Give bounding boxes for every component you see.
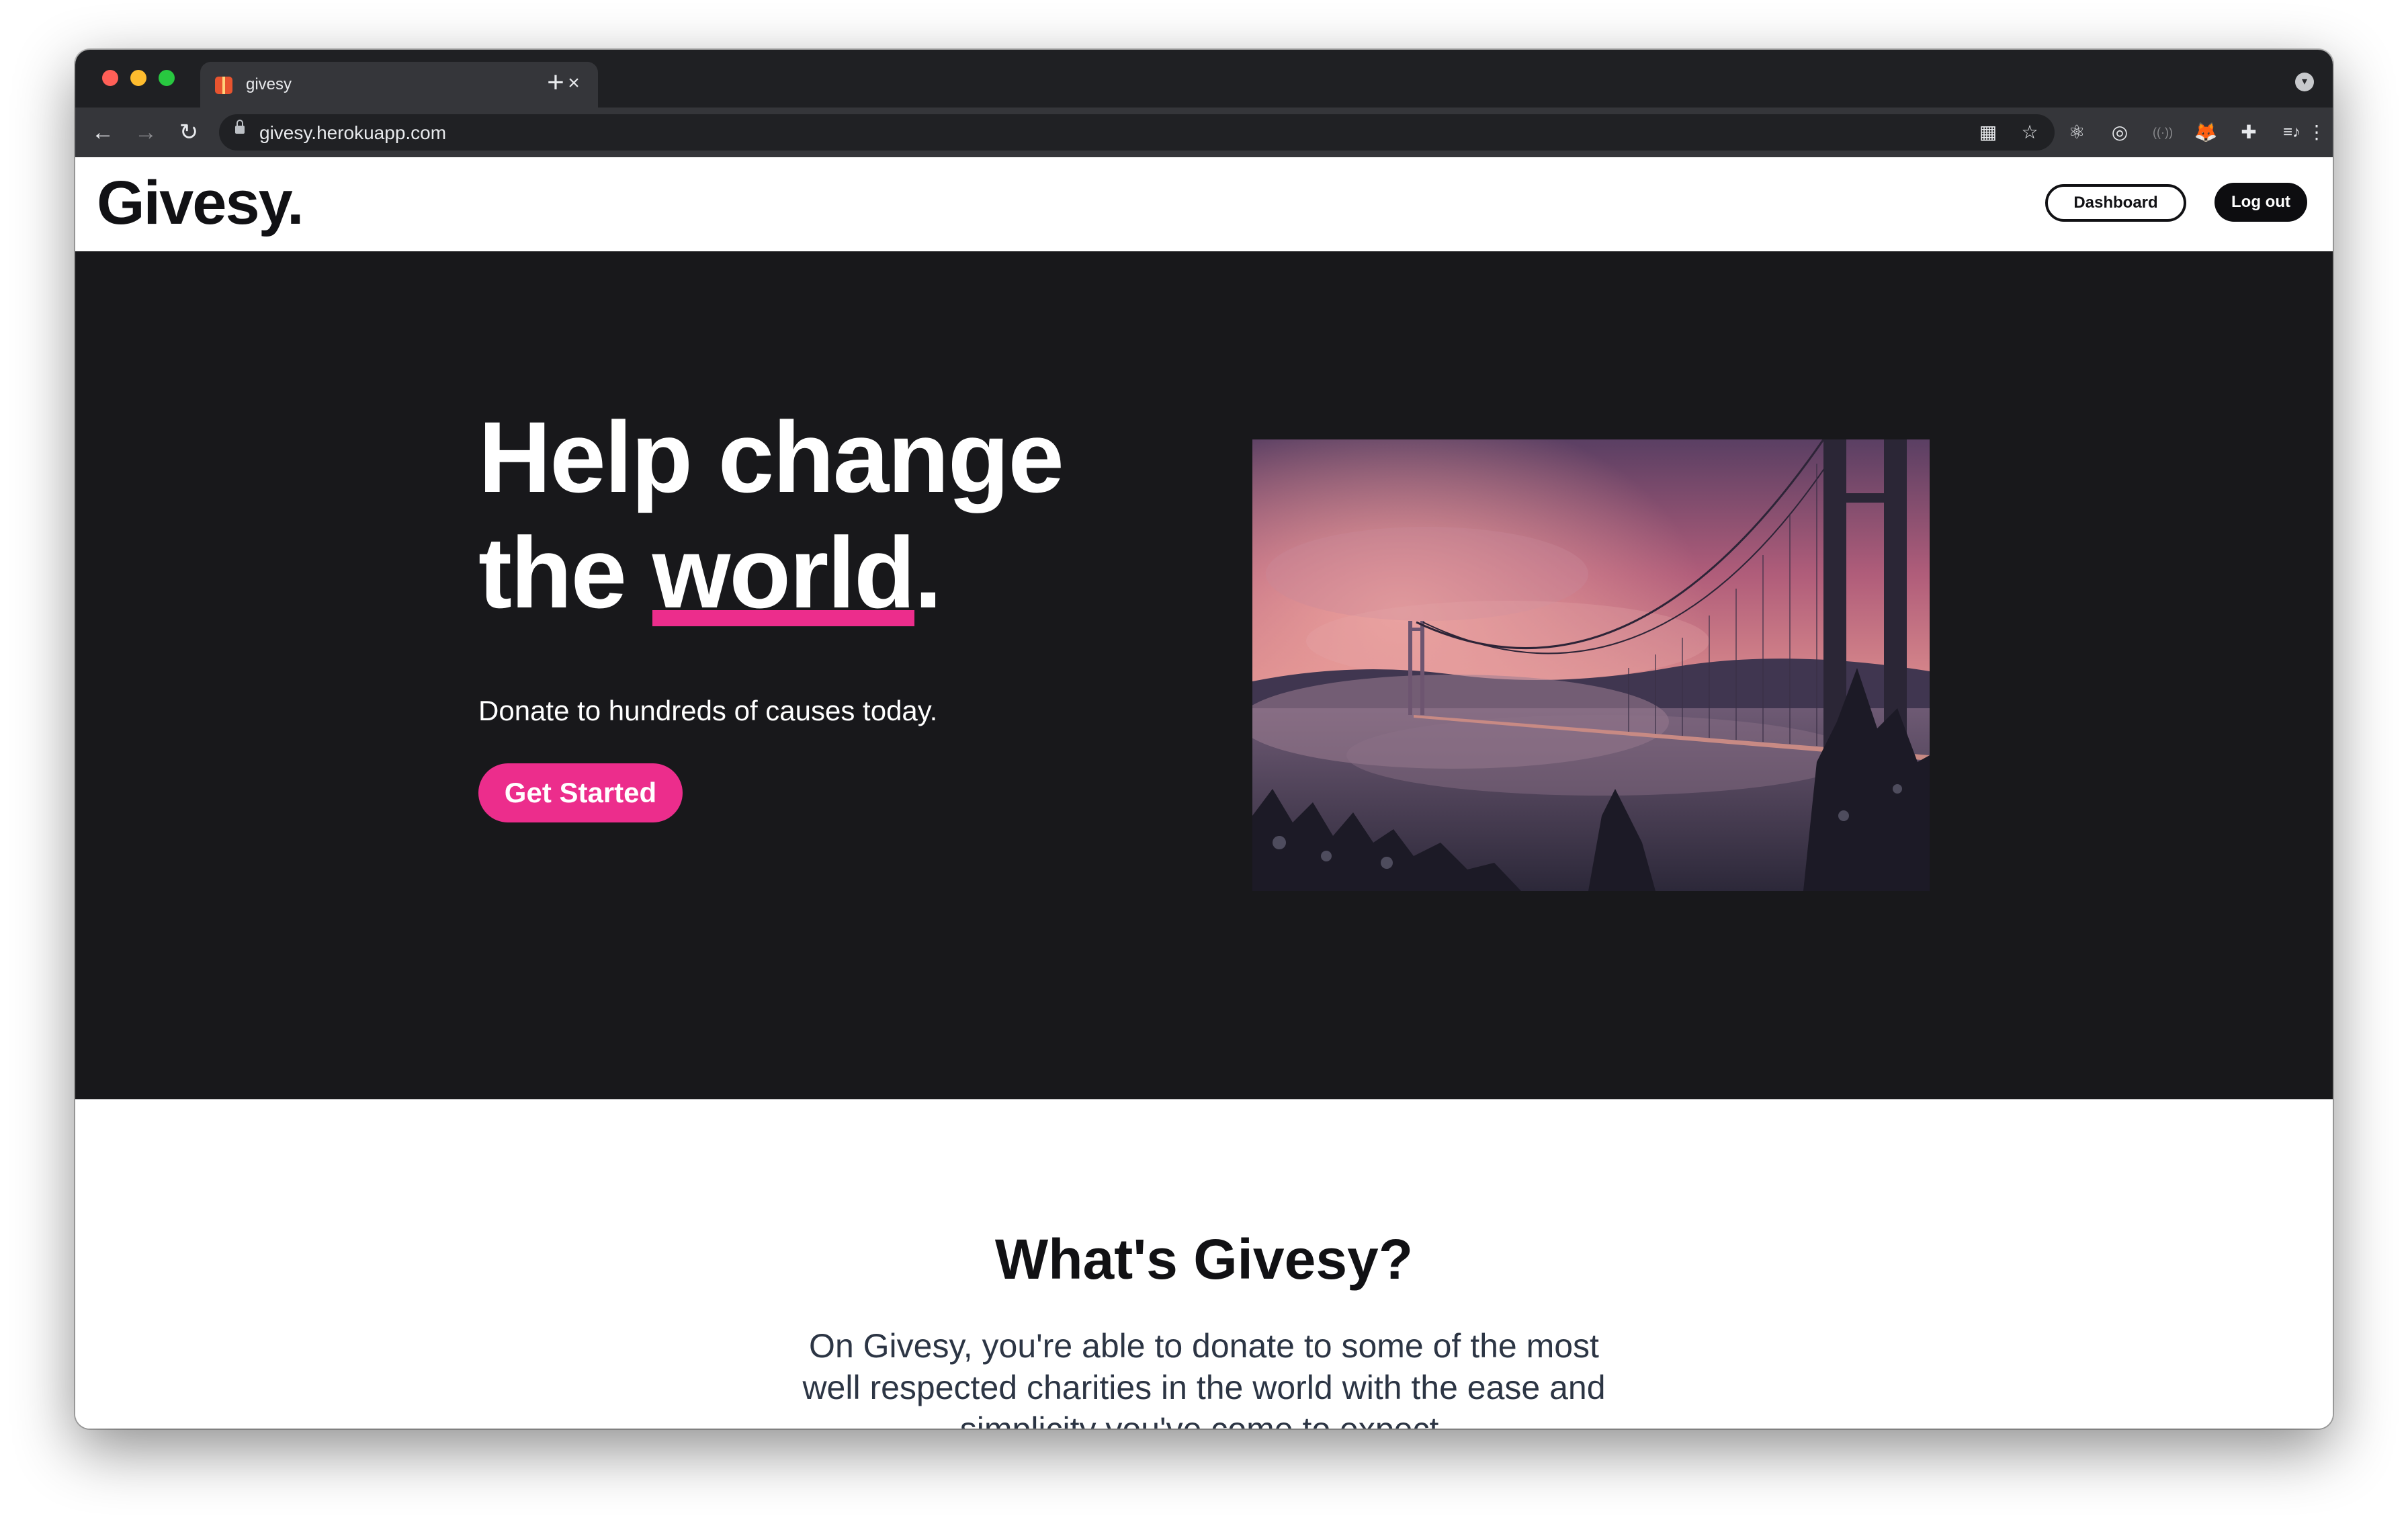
about-text: On Givesy, you're able to donate to some… — [802, 1327, 1606, 1429]
react-devtools-icon[interactable]: ⚛ — [2061, 117, 2092, 148]
hero-subtitle: Donate to hundreds of causes today. — [478, 695, 938, 726]
forward-arrow-icon[interactable]: → — [130, 117, 161, 148]
tab-title: givesy — [246, 75, 292, 93]
logout-button[interactable]: Log out — [2214, 183, 2307, 222]
hero-title: Help change the world. — [478, 399, 1217, 630]
about-section: What's Givesy? On Givesy, you're able to… — [75, 1099, 2333, 1429]
browser-toolbar: ← → ↻ givesy.herokuapp.com ▦ ☆ ⚛ ◎ ((·))… — [75, 108, 2333, 157]
metamask-icon[interactable]: 🦊 — [2190, 117, 2221, 148]
browser-menu-icon[interactable]: ⋮ — [2305, 117, 2329, 148]
back-arrow-icon[interactable]: ← — [87, 117, 118, 148]
hero-title-prefix: the — [478, 516, 652, 629]
dashboard-button[interactable]: Dashboard — [2045, 184, 2186, 222]
hero-bridge-image — [1252, 439, 1930, 891]
highlighted-word: world — [652, 515, 916, 630]
new-tab-button[interactable]: + — [539, 66, 572, 99]
minimize-window-button[interactable] — [130, 70, 146, 86]
broadcast-extension-icon[interactable]: ((·)) — [2147, 117, 2178, 148]
bookmark-star-icon[interactable]: ☆ — [2017, 120, 2042, 145]
address-bar[interactable]: givesy.herokuapp.com ▦ ☆ — [219, 114, 2055, 151]
about-title: What's Givesy? — [994, 1228, 1414, 1291]
hero-title-suffix: . — [914, 516, 943, 629]
get-started-button[interactable]: Get Started — [478, 763, 683, 822]
lock-icon[interactable] — [235, 120, 245, 134]
url-text[interactable]: givesy.herokuapp.com — [259, 122, 446, 144]
tab-search-icon[interactable]: ▾ — [2295, 73, 2314, 91]
web-page: Givesy. Dashboard Log out Help change th… — [75, 157, 2333, 1429]
highlighted-word-text: world — [652, 516, 916, 629]
reload-icon[interactable]: ↻ — [173, 117, 204, 148]
maximize-window-button[interactable] — [159, 70, 175, 86]
extensions-puzzle-icon[interactable]: ✚ — [2233, 117, 2264, 148]
bridge-photo — [1252, 439, 1930, 891]
hero-title-line2: the world. — [478, 515, 1217, 630]
target-extension-icon[interactable]: ◎ — [2104, 117, 2135, 148]
gift-icon — [215, 77, 232, 94]
hero-section: Help change the world. Donate to hundred… — [75, 251, 2333, 1099]
tab-bar: givesy × + ▾ — [75, 50, 2333, 108]
site-header: Givesy. Dashboard Log out — [75, 157, 2333, 251]
media-playlist-icon[interactable]: ≡♪ — [2276, 117, 2307, 148]
qr-code-icon[interactable]: ▦ — [1975, 120, 2001, 145]
hero-title-line1: Help change — [478, 400, 1064, 513]
browser-window: givesy × + ▾ ← → ↻ givesy.herokuapp.com … — [75, 50, 2333, 1429]
close-window-button[interactable] — [102, 70, 118, 86]
givesy-logo[interactable]: Givesy. — [97, 168, 304, 239]
